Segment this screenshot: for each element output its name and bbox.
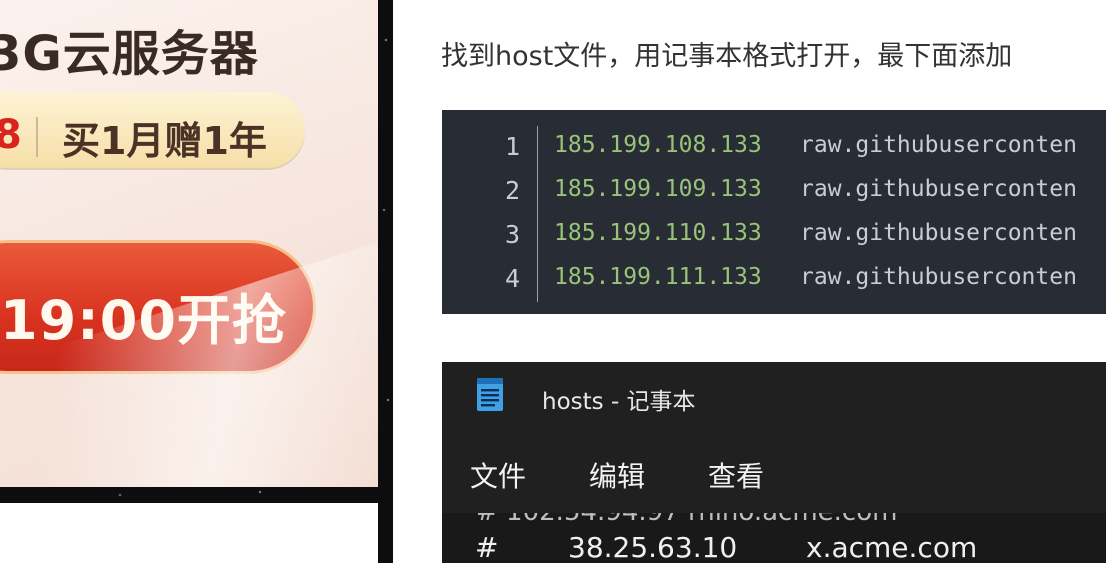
line-number: 3	[504, 220, 520, 249]
notepad-row-hash: #	[475, 531, 499, 564]
ad-divider	[36, 117, 38, 157]
menu-edit[interactable]: 编辑	[589, 455, 645, 495]
article-intro: 找到host文件，用记事本格式打开，最下面添加	[441, 41, 1013, 72]
menu-file[interactable]: 文件	[470, 455, 526, 495]
ad-promo-text: 买1月赠1年	[62, 119, 267, 163]
notepad-row-ip: 38.25.63.10	[568, 531, 738, 564]
code-line: 4 185.199.111.133 raw.githubuserconten	[442, 258, 1106, 302]
notepad-editor[interactable]: # 102.54.94.97 rhino.acme.com	[442, 513, 1106, 563]
ad-card[interactable]: 3G云服务器 8 买1月赠1年 19:00开抢	[0, 0, 378, 487]
notepad-cut-line: # 102.54.94.97 rhino.acme.com	[442, 513, 1106, 527]
code-ip: 185.199.110.133	[554, 220, 762, 246]
menu-view[interactable]: 查看	[708, 455, 764, 495]
ad-price: 8	[0, 112, 22, 158]
ad-cta-label[interactable]: 19:00开抢	[0, 276, 287, 355]
line-number: 2	[504, 176, 520, 205]
notepad-icon	[477, 378, 503, 411]
code-host: raw.githubuserconten	[800, 220, 1077, 246]
code-gutter-divider	[537, 126, 538, 302]
code-line: 1 185.199.108.133 raw.githubuserconten	[442, 126, 1106, 170]
ad-title: 3G云服务器	[0, 26, 259, 82]
code-host: raw.githubuserconten	[800, 132, 1077, 158]
code-host: raw.githubuserconten	[800, 176, 1077, 202]
notepad-title: hosts - 记事本	[542, 389, 696, 415]
line-number: 4	[504, 264, 520, 293]
code-ip: 185.199.109.133	[554, 176, 762, 202]
ad-bottom-strip	[0, 503, 378, 563]
code-block: 1 185.199.108.133 raw.githubuserconten 2…	[442, 110, 1106, 314]
ad-panel[interactable]: 3G云服务器 8 买1月赠1年 19:00开抢	[0, 0, 393, 563]
code-host: raw.githubuserconten	[800, 264, 1077, 290]
line-number: 1	[504, 132, 520, 161]
code-line: 2 185.199.109.133 raw.githubuserconten	[442, 170, 1106, 214]
code-ip: 185.199.108.133	[554, 132, 762, 158]
code-ip: 185.199.111.133	[554, 264, 762, 290]
code-line: 3 185.199.110.133 raw.githubuserconten	[442, 214, 1106, 258]
notepad-row-host: x.acme.com	[806, 531, 978, 564]
